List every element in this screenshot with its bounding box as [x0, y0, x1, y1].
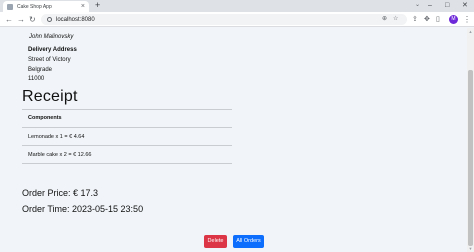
- receipt-divider: [22, 109, 232, 110]
- tab-title: Cake Shop App: [17, 3, 52, 10]
- delivery-city: Belgrade: [28, 67, 53, 73]
- order-price: Order Price: € 17.3: [22, 188, 99, 198]
- all-orders-button[interactable]: All Orders: [233, 235, 264, 248]
- back-button[interactable]: ←: [5, 14, 13, 25]
- tab-list-icon[interactable]: ⌄: [415, 0, 420, 11]
- scroll-up-icon[interactable]: ▲: [468, 29, 473, 34]
- browser-toolbar: ← → ↻ localhost:8080 ⊕ ☆ ⇪ ✥ ▯ M ⋮: [0, 12, 474, 27]
- site-info-icon[interactable]: [47, 17, 52, 22]
- receipt-title: Receipt: [22, 88, 78, 105]
- maximize-button[interactable]: □: [445, 0, 449, 11]
- customer-name: John Malinovsky: [29, 34, 74, 40]
- delivery-zip: 11000: [28, 76, 45, 82]
- delivery-address-label: Delivery Address: [28, 47, 77, 53]
- item-divider: [22, 145, 232, 146]
- page-content: John Malinovsky Delivery Address Street …: [0, 28, 467, 252]
- page-scrollbar[interactable]: ▲ ▼: [467, 28, 474, 252]
- receipt-item: Marble cake x 2 = € 12.66: [28, 152, 92, 158]
- bookmark-star-icon[interactable]: ☆: [393, 14, 398, 25]
- share-icon[interactable]: ⇪: [412, 15, 418, 24]
- browser-tab[interactable]: Cake Shop App ×: [3, 1, 89, 12]
- scroll-thumb[interactable]: [468, 70, 473, 246]
- components-divider: [22, 127, 232, 128]
- sidebar-icon[interactable]: ▯: [436, 15, 440, 24]
- profile-avatar[interactable]: M: [449, 15, 458, 24]
- new-tab-button[interactable]: +: [95, 0, 100, 11]
- item-divider: [22, 163, 232, 164]
- reload-button[interactable]: ↻: [29, 14, 36, 25]
- close-window-button[interactable]: ✕: [462, 0, 468, 11]
- zoom-icon[interactable]: ⊕: [382, 14, 387, 25]
- delivery-street: Street of Victory: [28, 57, 71, 63]
- minimize-button[interactable]: –: [428, 0, 432, 11]
- address-bar[interactable]: localhost:8080 ⊕ ☆: [41, 14, 407, 25]
- tab-bar: Cake Shop App × + ⌄ – □ ✕: [0, 0, 474, 12]
- forward-button[interactable]: →: [17, 14, 25, 25]
- menu-icon[interactable]: ⋮: [463, 14, 471, 25]
- extensions-icon[interactable]: ✥: [424, 15, 430, 24]
- order-time: Order Time: 2023-05-15 23:50: [22, 204, 144, 214]
- delete-button[interactable]: Delete: [204, 235, 227, 248]
- scroll-down-icon[interactable]: ▼: [468, 246, 473, 251]
- favicon-icon: [7, 3, 13, 10]
- tab-close-icon[interactable]: ×: [81, 2, 85, 11]
- components-header: Components: [28, 115, 62, 121]
- receipt-item: Lemonade x 1 = € 4.64: [28, 134, 85, 140]
- url-text: localhost:8080: [56, 16, 95, 23]
